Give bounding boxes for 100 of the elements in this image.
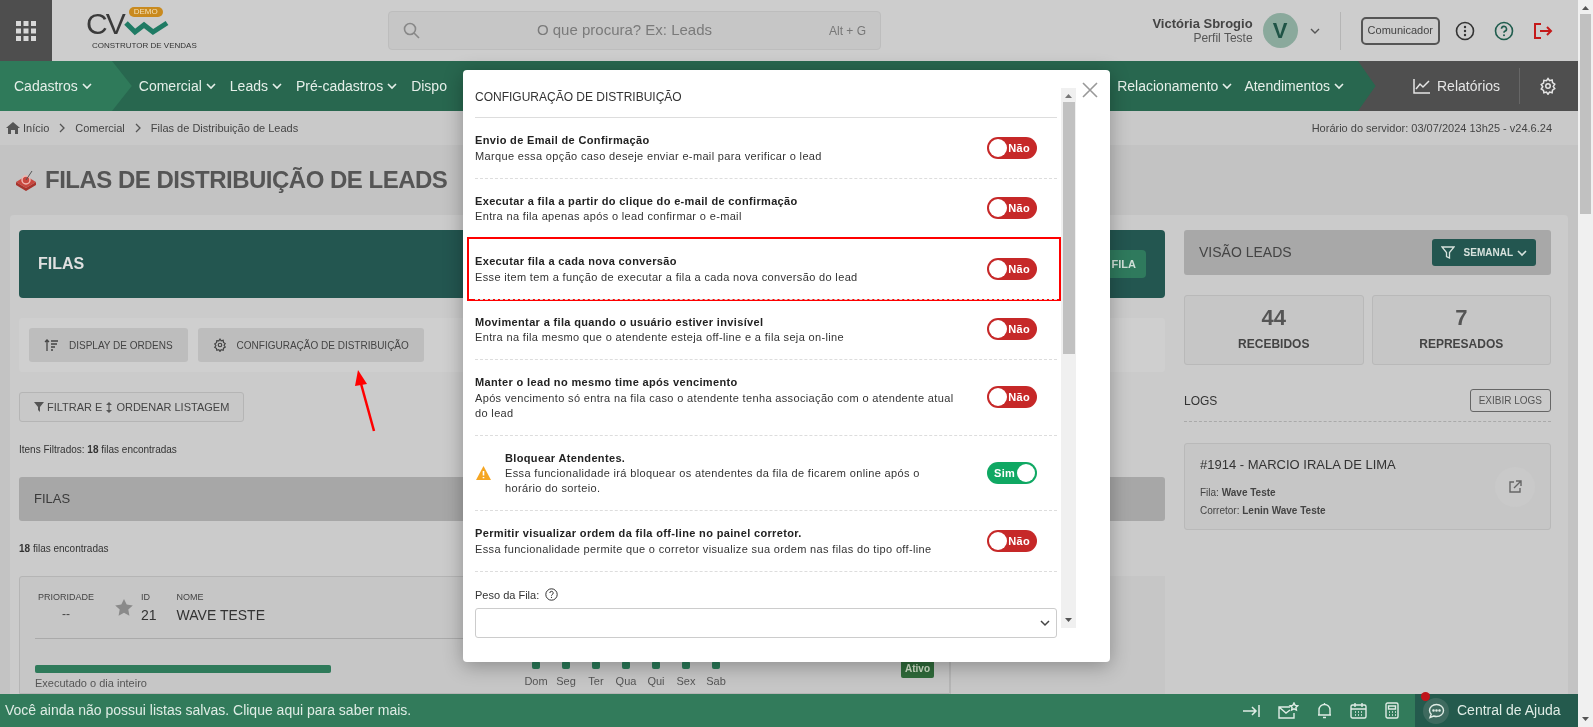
- log-value: Lenin Wave Teste: [1242, 504, 1326, 516]
- grid-icon: [15, 19, 37, 42]
- section-title: FILAS: [38, 254, 85, 274]
- logout-icon[interactable]: [1533, 21, 1553, 40]
- line-chart-icon: [1413, 78, 1431, 94]
- column-label: NOME: [176, 591, 205, 604]
- option-title: Movimentar a fila quando o usuário estiver invisível: [475, 314, 765, 330]
- option-description: Entra na fila mesmo que o atendente esteja off-line e a fila seja on-line: [475, 330, 845, 345]
- scrollbar-thumb[interactable]: [1580, 14, 1591, 214]
- nav-item[interactable]: Pré-cadastros: [289, 61, 405, 111]
- queue-name: WAVE TESTE: [176, 605, 265, 625]
- queue-id: 21: [141, 605, 157, 625]
- chevron-icon: [133, 123, 142, 133]
- scroll-up-icon[interactable]: [1582, 5, 1589, 10]
- log-title: #1914 - MARCIO IRALA DE LIMA: [1200, 456, 1397, 475]
- stat-label: REPRESADOS: [1419, 336, 1504, 353]
- settings-icon[interactable]: [1539, 77, 1558, 95]
- day-label: Sex: [676, 673, 696, 689]
- sort-icon: [44, 338, 59, 352]
- help-center-button[interactable]: Central de Ajuda: [1415, 694, 1578, 727]
- caret-icon[interactable]: [1309, 26, 1320, 35]
- server-time: Horário do servidor: 03/07/2024 13h25 - v24.6.24: [1311, 120, 1552, 136]
- target-icon: [14, 169, 38, 191]
- section-title: LOGS: [1184, 392, 1218, 410]
- demo-badge: DEMO: [128, 7, 163, 17]
- search-input[interactable]: O que procura? Ex: Leads: [420, 19, 829, 42]
- option-description: Essa funcionalidade irá bloquear os atendentes da fila de ficarem online após o horário do sorteio.: [505, 466, 921, 496]
- scrollbar-thumb[interactable]: [1062, 102, 1075, 354]
- warning-icon: [475, 464, 492, 481]
- star-icon[interactable]: [115, 599, 133, 616]
- search-icon: [403, 22, 420, 39]
- option-description: Entra na fila apenas após o lead confirmar o e-mail: [475, 209, 743, 224]
- user-avatar[interactable]: V: [1262, 13, 1298, 48]
- toggle-switch[interactable]: Não: [987, 529, 1037, 552]
- saved-lists-message[interactable]: Você ainda não possui listas salvas. Clique aqui para saber mais.: [5, 700, 412, 721]
- modal-scrollbar[interactable]: [1061, 88, 1076, 628]
- nav-item[interactable]: Comercial: [131, 61, 223, 111]
- nav-item[interactable]: Relacionamento: [1111, 61, 1239, 111]
- collapse-icon[interactable]: [1242, 703, 1260, 718]
- toggle-switch[interactable]: Não: [987, 386, 1037, 409]
- nav-item[interactable]: Cadastros: [0, 61, 132, 111]
- home-icon[interactable]: [6, 122, 20, 134]
- option-description: Marque essa opção caso deseje enviar e-mail para verificar o lead: [475, 148, 823, 164]
- option-title: Bloquear Atendentes.: [505, 450, 627, 466]
- option-title: Permitir visualizar ordem da fila off-line no painel corretor.: [475, 526, 803, 541]
- logo-mark: CV: [86, 9, 124, 39]
- day-label: Qua: [615, 673, 637, 689]
- user-profile: Perfil Teste: [1193, 30, 1253, 46]
- external-link-icon: [1507, 478, 1523, 495]
- page-title: FILAS DE DISTRIBUIÇÃO DE LEADS: [45, 165, 448, 195]
- help-icon[interactable]: [1494, 20, 1514, 41]
- option-description: Esse item tem a função de executar a fila a cada nova conversão do lead: [475, 269, 859, 285]
- nav-item[interactable]: Atendimentos: [1238, 61, 1350, 111]
- found-count: 18 filas encontradas: [19, 542, 109, 556]
- apps-menu-button[interactable]: [0, 0, 52, 61]
- option-description: Após vencimento só entra na fila caso o atendente tenha associação com o atendente atual do lead: [475, 390, 955, 421]
- toggle-switch[interactable]: Não: [987, 136, 1037, 159]
- settings-icon: [212, 338, 227, 352]
- filter-button[interactable]: FILTRAR E ORDENAR LISTAGEM: [19, 392, 245, 422]
- toggle-switch[interactable]: Não: [987, 318, 1037, 341]
- toggle-switch[interactable]: Não: [987, 257, 1037, 280]
- day-label: Dom: [524, 673, 548, 689]
- filter-icon: [1440, 246, 1455, 259]
- help-icon[interactable]: [545, 588, 559, 602]
- list-title: FILAS: [34, 490, 71, 509]
- toolbar-button[interactable]: DISPLAY DE ORDENS: [29, 328, 188, 362]
- scroll-down-icon[interactable]: [1582, 717, 1589, 722]
- scroll-up-icon[interactable]: [1065, 93, 1072, 98]
- toggle-switch[interactable]: Não: [987, 197, 1037, 220]
- option-title: Executar fila a cada nova conversão: [475, 254, 678, 269]
- caret-icon: [1517, 247, 1527, 258]
- reports-link[interactable]: Relatórios: [1413, 75, 1501, 97]
- period-dropdown[interactable]: SEMANAL: [1431, 239, 1536, 266]
- toggle-switch[interactable]: Sim: [987, 461, 1037, 484]
- nav-item[interactable]: Dispo: [404, 61, 454, 111]
- scroll-down-icon[interactable]: [1065, 618, 1072, 623]
- log-label: Fila:: [1200, 486, 1219, 498]
- priority-value: --: [62, 605, 70, 623]
- log-value: Wave Teste: [1221, 486, 1276, 498]
- column-label: ID: [141, 591, 151, 604]
- calculator-icon[interactable]: [1385, 702, 1399, 719]
- filtered-count: Itens Filtrados: 18 filas encontradas: [19, 443, 177, 457]
- show-logs-button[interactable]: EXIBIR LOGS: [1469, 389, 1551, 412]
- day-label: Sab: [706, 673, 726, 689]
- sort-arrows-icon: [106, 401, 113, 413]
- breadcrumb-link[interactable]: Filas de Distribuição de Leads: [150, 119, 299, 137]
- option-title: Manter o lead no mesmo time após vencimento: [475, 375, 739, 390]
- calendar-icon[interactable]: [1350, 702, 1367, 719]
- caret-icon: [1040, 619, 1050, 627]
- info-icon[interactable]: [1455, 20, 1475, 41]
- communicator-button[interactable]: Comunicador: [1360, 16, 1440, 45]
- nav-item[interactable]: Leads: [222, 61, 289, 111]
- shortcut-hint: Alt + G: [829, 22, 866, 40]
- breadcrumb-link[interactable]: Comercial: [75, 119, 125, 137]
- bell-icon[interactable]: [1317, 702, 1332, 719]
- breadcrumb-link[interactable]: Início: [23, 119, 50, 137]
- toolbar-button[interactable]: CONFIGURAÇÃO DE DISTRIBUIÇÃO: [197, 328, 424, 362]
- window-scrollbar[interactable]: [1578, 0, 1593, 727]
- envelope-star-icon[interactable]: [1278, 702, 1299, 719]
- log-label: Corretor:: [1200, 504, 1240, 516]
